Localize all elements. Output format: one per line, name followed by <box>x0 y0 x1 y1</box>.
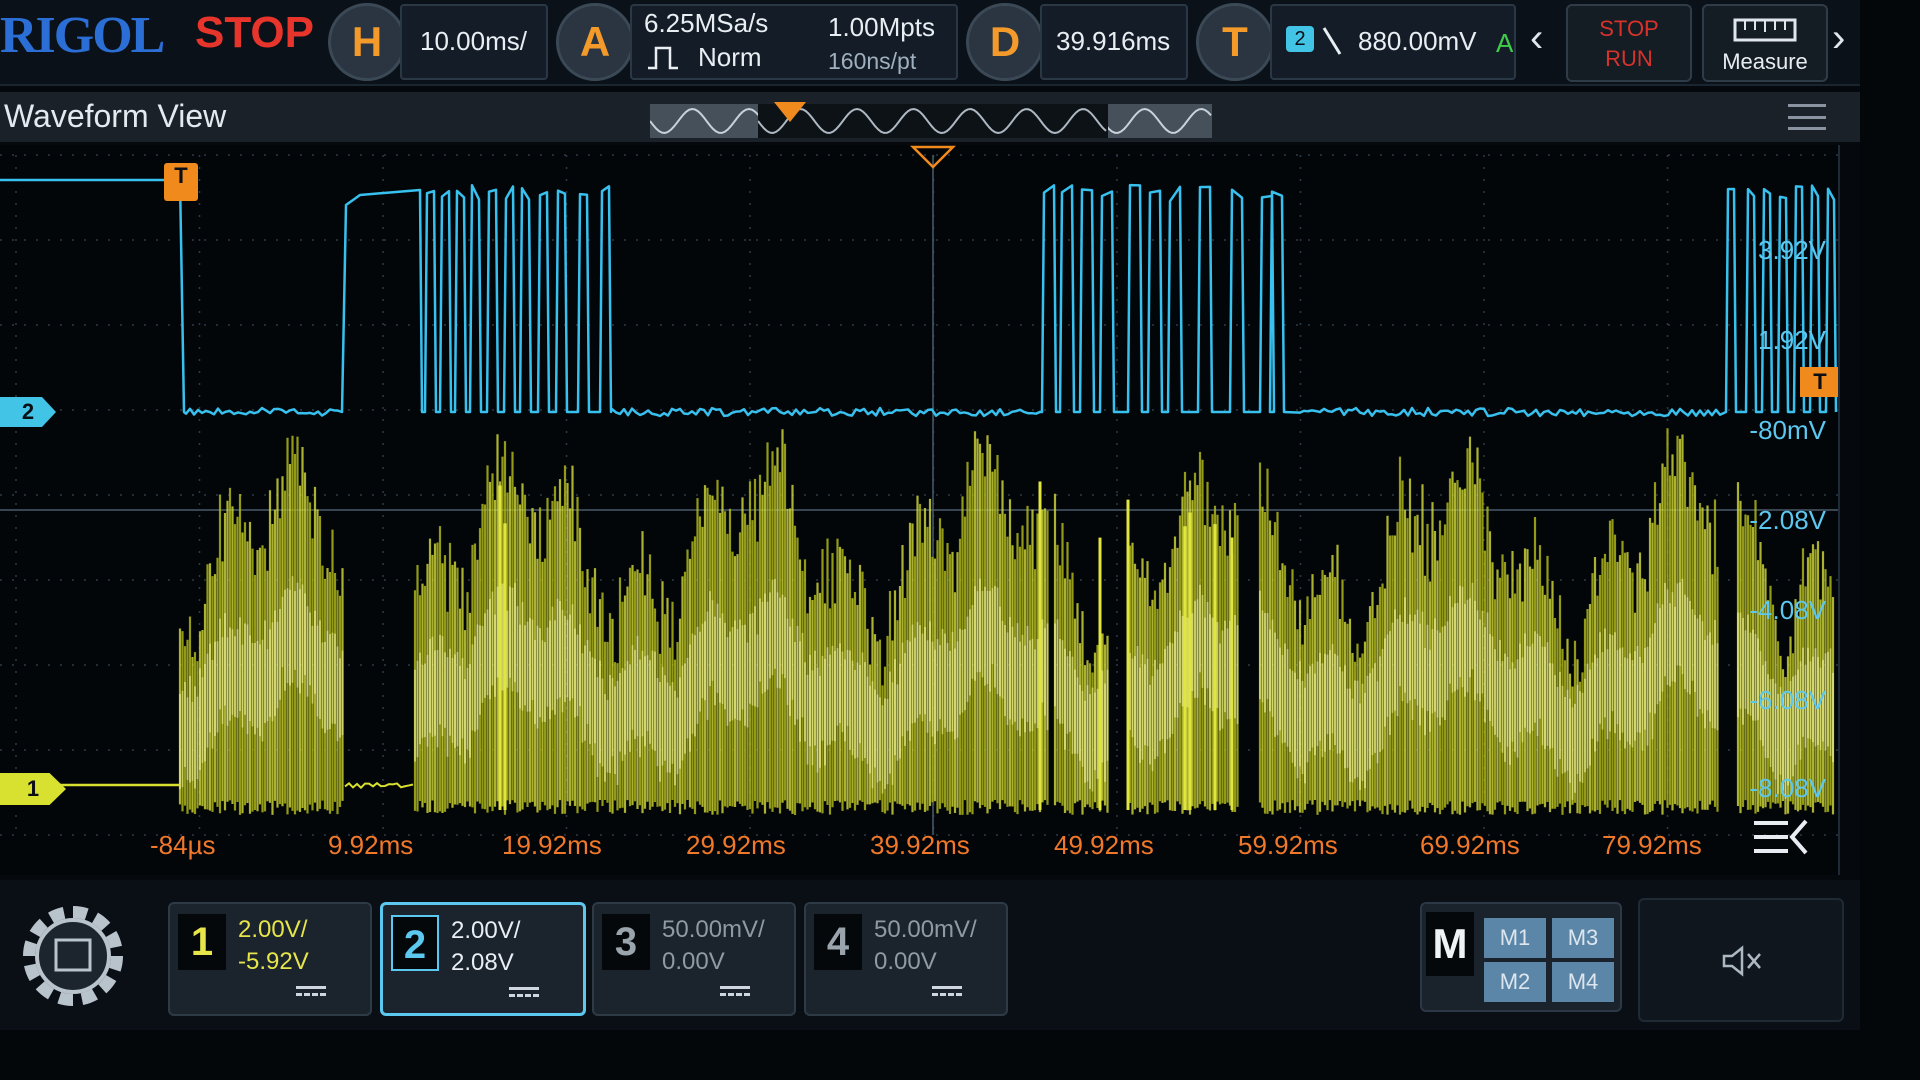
voltage-label: -80mV <box>1749 415 1826 445</box>
ruler-icon <box>1733 18 1797 42</box>
acquire-mode: Norm <box>698 42 762 72</box>
waveform-plot[interactable]: -84µs 9.92ms 19.92ms 29.92ms 39.92ms 49.… <box>0 145 1840 875</box>
math-key[interactable]: M <box>1426 912 1474 976</box>
speaker-mute-icon[interactable] <box>1720 944 1764 978</box>
trigger-status: A <box>1496 28 1514 58</box>
voltage-label: 3.92V <box>1758 235 1826 265</box>
acquire-key[interactable]: A <box>556 3 634 81</box>
memory-overview-bar[interactable] <box>650 102 1212 138</box>
dc-coupling-icon <box>932 986 962 998</box>
channel-2-offset: 2.08V <box>451 949 514 976</box>
time-label: 49.92ms <box>1054 830 1154 860</box>
voltage-label: -2.08V <box>1749 505 1826 535</box>
collapse-menu-icon[interactable] <box>1750 815 1810 859</box>
timebase-panel[interactable]: 10.00ms/ <box>400 4 548 80</box>
trigger-panel[interactable]: 2 880.00mV A <box>1270 4 1516 80</box>
waveform-view-title: Waveform View <box>4 98 227 134</box>
time-label: 59.92ms <box>1238 830 1338 860</box>
memory-depth: 1.00Mpts <box>828 12 935 42</box>
time-label: -84µs <box>150 830 216 860</box>
time-label: 29.92ms <box>686 830 786 860</box>
time-label: 9.92ms <box>328 830 414 860</box>
math-panel: M M1 M3 M2 M4 <box>1420 902 1622 1012</box>
dc-coupling-icon <box>509 987 539 999</box>
dc-coupling-icon <box>296 986 326 998</box>
math-m2-button[interactable]: M2 <box>1484 962 1546 1002</box>
falling-edge-icon <box>1322 27 1342 55</box>
run-state-label: STOP <box>195 8 315 57</box>
channel-2-scale: 2.00V/ <box>451 917 521 944</box>
channel-4-scale: 50.00mV/ <box>874 916 977 943</box>
math-m4-button[interactable]: M4 <box>1552 962 1614 1002</box>
time-label: 19.92ms <box>502 830 602 860</box>
voltage-label: -8.08V <box>1749 773 1826 803</box>
time-label: 69.92ms <box>1420 830 1520 860</box>
trigger-source-badge: 2 <box>1286 26 1314 52</box>
channel-1-offset: -5.92V <box>238 948 309 975</box>
dc-coupling-icon <box>720 986 750 998</box>
hamburger-menu-icon[interactable] <box>1788 104 1826 130</box>
channel-1-scale: 2.00V/ <box>238 916 308 943</box>
delay-key[interactable]: D <box>966 3 1044 81</box>
trigger-level: 880.00mV <box>1358 26 1477 56</box>
horizontal-key[interactable]: H <box>328 3 406 81</box>
overview-trigger-icon <box>774 102 806 122</box>
channel-3-panel[interactable]: 3 50.00mV/ 0.00V <box>592 902 796 1016</box>
sample-rate: 6.25MSa/s <box>644 8 769 38</box>
delay-panel[interactable]: 39.916ms <box>1040 4 1188 80</box>
top-bar: RIGOL STOP H 10.00ms/ A 6.25MSa/s 1.00Mp… <box>0 0 1860 86</box>
stop-run-button[interactable]: STOP RUN <box>1566 4 1692 82</box>
acquire-panel[interactable]: 6.25MSa/s 1.00Mpts Norm 160ns/pt <box>630 4 958 80</box>
channel-3-offset: 0.00V <box>662 948 725 975</box>
channel-4-offset: 0.00V <box>874 948 937 975</box>
acquire-mode-icon <box>648 46 678 70</box>
channel-3-scale: 50.00mV/ <box>662 916 765 943</box>
overview-window[interactable] <box>757 104 1108 138</box>
audio-panel[interactable] <box>1638 898 1844 1022</box>
channel-1-number: 1 <box>178 914 226 970</box>
run-label: RUN <box>1605 46 1653 71</box>
channel-2-panel[interactable]: 2 2.00V/ 2.08V <box>380 902 586 1016</box>
waveform-canvas <box>0 145 1838 836</box>
delay-value: 39.916ms <box>1056 26 1171 56</box>
trigger-level-marker[interactable]: T <box>1800 367 1838 397</box>
time-label: 79.92ms <box>1602 830 1702 860</box>
timebase-value: 10.00ms/ <box>420 26 527 56</box>
channel-2-number: 2 <box>391 915 439 971</box>
channel-3-number: 3 <box>602 914 650 970</box>
voltage-label: 1.92V <box>1758 325 1826 355</box>
brand-logo: RIGOL <box>0 7 165 64</box>
channel-1-panel[interactable]: 1 2.00V/ -5.92V <box>168 902 372 1016</box>
measure-label: Measure <box>1722 49 1808 74</box>
time-label: 39.92ms <box>870 830 970 860</box>
math-m1-button[interactable]: M1 <box>1484 918 1546 958</box>
measure-button[interactable]: Measure <box>1702 4 1828 82</box>
channel-4-panel[interactable]: 4 50.00mV/ 0.00V <box>804 902 1008 1016</box>
stop-label: STOP <box>1599 16 1659 41</box>
gear-icon[interactable] <box>6 892 140 1020</box>
voltage-label: -4.08V <box>1749 595 1826 625</box>
voltage-label: -6.08V <box>1749 685 1826 715</box>
math-m3-button[interactable]: M3 <box>1552 918 1614 958</box>
nav-right-arrow-icon[interactable]: › <box>1832 16 1845 61</box>
trigger-position-marker[interactable]: T <box>164 163 198 201</box>
time-resolution: 160ns/pt <box>828 48 917 74</box>
trigger-key[interactable]: T <box>1196 3 1274 81</box>
oscilloscope-screen: RIGOL STOP H 10.00ms/ A 6.25MSa/s 1.00Mp… <box>0 0 1860 1030</box>
nav-left-arrow-icon[interactable]: ‹ <box>1530 16 1543 61</box>
channel-4-number: 4 <box>814 914 862 970</box>
